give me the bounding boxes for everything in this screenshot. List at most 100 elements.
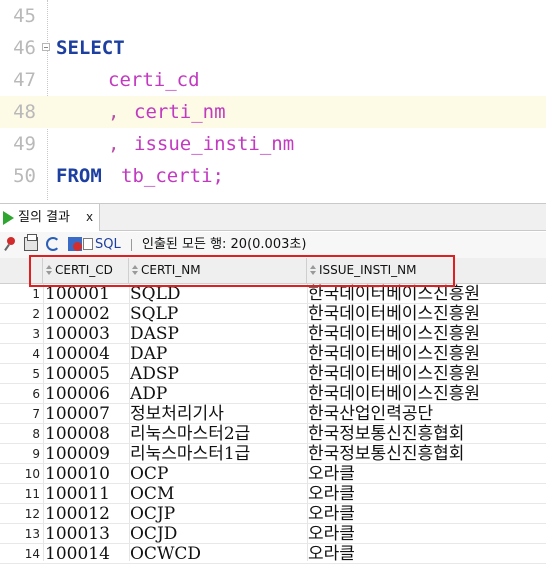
- sql-keyword-from: FROM: [56, 165, 102, 187]
- cell-certi-nm[interactable]: SQLD: [130, 284, 306, 304]
- cell-issue-insti-nm[interactable]: 한국데이터베이스진흥원: [308, 284, 533, 304]
- line-number: 49: [13, 133, 36, 155]
- run-icon: [3, 211, 14, 225]
- cell-certi-nm[interactable]: DAP: [130, 344, 306, 364]
- cancel-query-icon[interactable]: [68, 237, 82, 251]
- cell-certi-cd[interactable]: 100001: [45, 284, 129, 304]
- cell-certi-nm[interactable]: OCP: [130, 464, 306, 484]
- row-number: 3: [32, 327, 40, 341]
- sql-keyword-select: SELECT: [56, 37, 125, 59]
- cell-certi-nm[interactable]: OCJP: [130, 504, 306, 524]
- cell-issue-insti-nm[interactable]: 한국데이터베이스진흥원: [308, 344, 533, 364]
- line-number: 47: [13, 69, 36, 91]
- cell-issue-insti-nm[interactable]: 한국데이터베이스진흥원: [308, 364, 533, 384]
- editor-line[interactable]: 47 certi_cd: [0, 64, 546, 96]
- sql-editor[interactable]: 45 46 SELECT 47 certi_cd 48 , certi_nm 4…: [0, 0, 546, 200]
- line-number: 48: [13, 101, 36, 123]
- row-number: 12: [24, 507, 40, 521]
- sql-document-icon[interactable]: [83, 238, 93, 250]
- table-row[interactable]: 3 100003 DASP 한국데이터베이스진흥원: [0, 324, 546, 344]
- sql-comma: ,: [108, 133, 120, 155]
- refresh-icon[interactable]: [46, 237, 60, 251]
- line-number: 46: [13, 37, 36, 59]
- sql-column: certi_cd: [108, 69, 200, 91]
- editor-line[interactable]: 49 , issue_insti_nm: [0, 128, 546, 160]
- cell-certi-cd[interactable]: 100005: [45, 364, 129, 384]
- row-number: 4: [32, 347, 40, 361]
- row-number: 9: [32, 447, 40, 461]
- cell-issue-insti-nm[interactable]: 한국데이터베이스진흥원: [308, 324, 533, 344]
- row-number: 6: [32, 387, 40, 401]
- cell-certi-nm[interactable]: 리눅스마스터1급: [130, 444, 306, 464]
- table-row[interactable]: 14 100014 OCWCD 오라클: [0, 544, 546, 564]
- pin-icon[interactable]: [4, 237, 18, 251]
- table-row[interactable]: 13 100013 OCJD 오라클: [0, 524, 546, 544]
- cell-issue-insti-nm[interactable]: 오라클: [308, 484, 533, 504]
- table-row[interactable]: 1 100001 SQLD 한국데이터베이스진흥원: [0, 284, 546, 304]
- sql-table-name: tb_certi;: [121, 165, 224, 187]
- table-row[interactable]: 12 100012 OCJP 오라클: [0, 504, 546, 524]
- cell-issue-insti-nm[interactable]: 한국정보통신진흥협회: [308, 444, 533, 464]
- table-row[interactable]: 8 100008 리눅스마스터2급 한국정보통신진흥협회: [0, 424, 546, 444]
- result-grid[interactable]: CERTI_CD CERTI_NM ISSUE_INSTI_NM 1 100001…: [0, 258, 546, 564]
- cell-issue-insti-nm[interactable]: 오라클: [308, 544, 533, 564]
- row-number: 10: [24, 467, 40, 481]
- cell-certi-cd[interactable]: 100003: [45, 324, 129, 344]
- row-number: 2: [32, 307, 40, 321]
- line-number: 50: [13, 165, 36, 187]
- cell-issue-insti-nm[interactable]: 오라클: [308, 524, 533, 544]
- cell-issue-insti-nm[interactable]: 한국데이터베이스진흥원: [308, 384, 533, 404]
- editor-line[interactable]: 45: [0, 0, 546, 32]
- cell-issue-insti-nm[interactable]: 한국정보통신진흥협회: [308, 424, 533, 444]
- row-number: 8: [32, 427, 40, 441]
- cell-certi-nm[interactable]: 정보처리기사: [130, 404, 306, 424]
- table-row[interactable]: 4 100004 DAP 한국데이터베이스진흥원: [0, 344, 546, 364]
- cell-certi-cd[interactable]: 100013: [45, 524, 129, 544]
- cell-certi-nm[interactable]: ADSP: [130, 364, 306, 384]
- sql-column: issue_insti_nm: [134, 133, 295, 155]
- tab-label: 질의 결과: [18, 210, 70, 225]
- cell-certi-nm[interactable]: DASP: [130, 324, 306, 344]
- sql-comma: ,: [108, 101, 120, 123]
- sql-column: certi_nm: [134, 101, 226, 123]
- editor-line-current[interactable]: 48 , certi_nm: [0, 96, 546, 128]
- cell-certi-cd[interactable]: 100007: [45, 404, 129, 424]
- line-number: 45: [13, 5, 36, 27]
- cell-issue-insti-nm[interactable]: 한국데이터베이스진흥원: [308, 304, 533, 324]
- editor-line[interactable]: 50 FROM tb_certi;: [0, 160, 546, 192]
- table-row[interactable]: 6 100006 ADP 한국데이터베이스진흥원: [0, 384, 546, 404]
- cell-certi-cd[interactable]: 100002: [45, 304, 129, 324]
- cell-certi-cd[interactable]: 100012: [45, 504, 129, 524]
- cell-certi-cd[interactable]: 100009: [45, 444, 129, 464]
- cell-certi-cd[interactable]: 100011: [45, 484, 129, 504]
- cell-certi-nm[interactable]: OCJD: [130, 524, 306, 544]
- cell-certi-cd[interactable]: 100006: [45, 384, 129, 404]
- cell-issue-insti-nm[interactable]: 오라클: [308, 464, 533, 484]
- cell-certi-cd[interactable]: 100010: [45, 464, 129, 484]
- editor-line[interactable]: 46 SELECT: [0, 32, 546, 64]
- cell-certi-nm[interactable]: OCWCD: [130, 544, 306, 564]
- cell-certi-nm[interactable]: 리눅스마스터2급: [130, 424, 306, 444]
- tab-query-result[interactable]: 질의 결과 x: [0, 204, 100, 231]
- cell-certi-nm[interactable]: ADP: [130, 384, 306, 404]
- table-row[interactable]: 11 100011 OCM 오라클: [0, 484, 546, 504]
- row-number: 13: [24, 527, 40, 541]
- table-row[interactable]: 10 100010 OCP 오라클: [0, 464, 546, 484]
- table-row[interactable]: 9 100009 리눅스마스터1급 한국정보통신진흥협회: [0, 444, 546, 464]
- cell-issue-insti-nm[interactable]: 오라클: [308, 504, 533, 524]
- row-number: 1: [32, 287, 40, 301]
- fold-toggle-icon[interactable]: [42, 43, 50, 51]
- table-row[interactable]: 2 100002 SQLP 한국데이터베이스진흥원: [0, 304, 546, 324]
- cell-certi-cd[interactable]: 100014: [45, 544, 129, 564]
- close-tab-button[interactable]: x: [86, 204, 93, 231]
- table-row[interactable]: 5 100005 ADSP 한국데이터베이스진흥원: [0, 364, 546, 384]
- column-header-highlight: [29, 255, 455, 287]
- row-number: 5: [32, 367, 40, 381]
- cell-certi-cd[interactable]: 100004: [45, 344, 129, 364]
- cell-certi-nm[interactable]: OCM: [130, 484, 306, 504]
- cell-certi-nm[interactable]: SQLP: [130, 304, 306, 324]
- cell-certi-cd[interactable]: 100008: [45, 424, 129, 444]
- print-icon[interactable]: [24, 234, 38, 251]
- table-row[interactable]: 7 100007 정보처리기사 한국산업인력공단: [0, 404, 546, 424]
- cell-issue-insti-nm[interactable]: 한국산업인력공단: [308, 404, 533, 424]
